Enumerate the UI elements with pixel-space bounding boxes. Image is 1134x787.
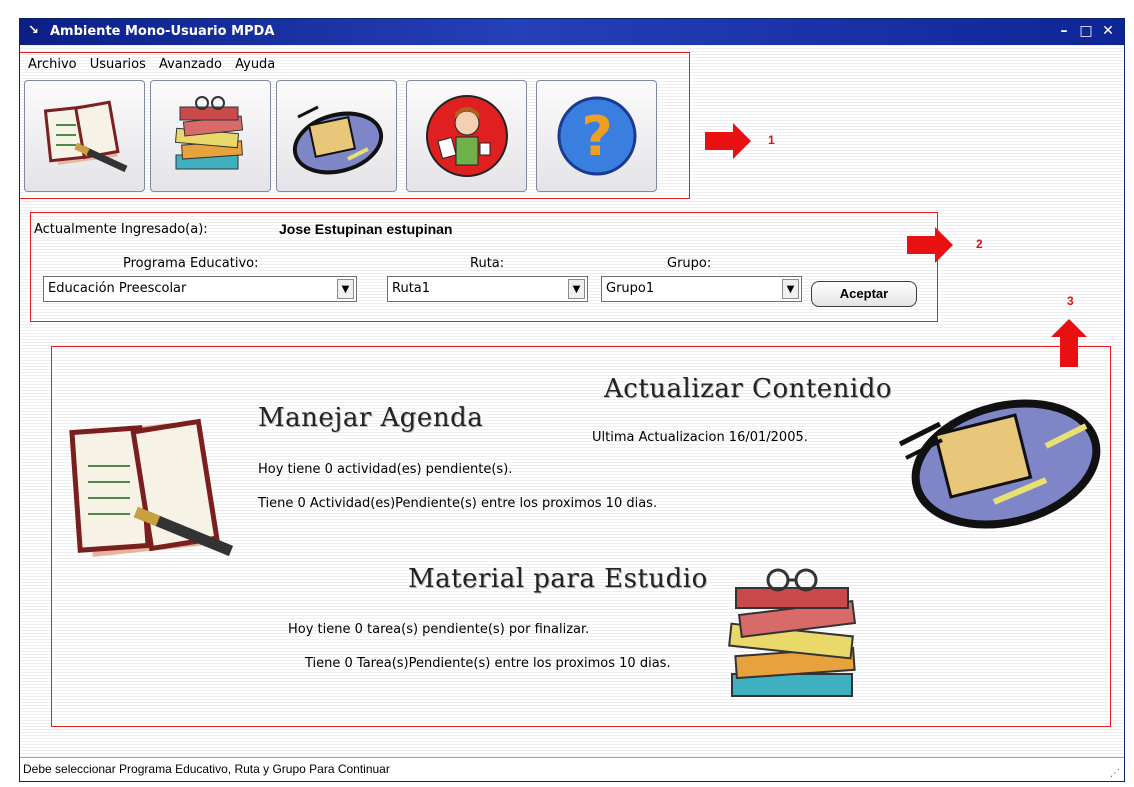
- status-bar: Debe seleccionar Programa Educativo, Rut…: [20, 757, 1124, 781]
- resize-grip-icon[interactable]: ⋰: [1110, 768, 1120, 779]
- agenda-next-days-text: Tiene 0 Actividad(es)Pendiente(s) entre …: [258, 496, 658, 511]
- ruta-label: Ruta:: [470, 256, 505, 271]
- books-illustration[interactable]: [710, 562, 880, 710]
- app-icon: ↘: [28, 23, 39, 38]
- chevron-down-icon[interactable]: ▼: [337, 279, 354, 299]
- accept-button[interactable]: Aceptar: [811, 281, 917, 307]
- annotation-label-2: 2: [976, 237, 983, 251]
- ruta-select[interactable]: Ruta1 ▼: [387, 276, 588, 302]
- logged-in-user: Jose Estupinan estupinan: [279, 221, 453, 237]
- agenda-today-text: Hoy tiene 0 actividad(es) pendiente(s).: [258, 462, 513, 477]
- status-message: Debe seleccionar Programa Educativo, Rut…: [23, 762, 390, 776]
- material-today-text: Hoy tiene 0 tarea(s) pendiente(s) por fi…: [288, 622, 590, 637]
- annotation-label-3: 3: [1067, 294, 1074, 308]
- programa-select[interactable]: Educación Preescolar ▼: [43, 276, 357, 302]
- annotation-label-1: 1: [768, 133, 775, 147]
- last-update-text: Ultima Actualizacion 16/01/2005.: [592, 430, 808, 445]
- main-window: ↘ Ambiente Mono-Usuario MPDA – □ ✕ Archi…: [19, 18, 1125, 782]
- annotation-arrow-2: [907, 227, 953, 263]
- grupo-value: Grupo1: [606, 281, 655, 296]
- annotation-arrow-3: [1051, 319, 1087, 367]
- programa-value: Educación Preescolar: [48, 281, 187, 296]
- agenda-illustration[interactable]: [66, 416, 236, 564]
- material-next-days-text: Tiene 0 Tarea(s)Pendiente(s) entre los p…: [305, 656, 671, 671]
- close-button[interactable]: ✕: [1098, 22, 1118, 40]
- grupo-select[interactable]: Grupo1 ▼: [601, 276, 802, 302]
- minimize-button[interactable]: –: [1054, 22, 1074, 40]
- grupo-label: Grupo:: [667, 256, 712, 271]
- agenda-title[interactable]: Manejar Agenda: [258, 403, 483, 433]
- window-title: Ambiente Mono-Usuario MPDA: [50, 24, 275, 39]
- chevron-down-icon[interactable]: ▼: [568, 279, 585, 299]
- programa-label: Programa Educativo:: [123, 256, 259, 271]
- chevron-down-icon[interactable]: ▼: [782, 279, 799, 299]
- title-bar[interactable]: ↘ Ambiente Mono-Usuario MPDA – □ ✕: [20, 19, 1124, 45]
- ruta-value: Ruta1: [392, 281, 431, 296]
- logged-in-label: Actualmente Ingresado(a):: [34, 222, 208, 237]
- update-content-illustration[interactable]: [896, 384, 1104, 530]
- maximize-button[interactable]: □: [1076, 22, 1096, 40]
- update-content-title[interactable]: Actualizar Contenido: [604, 374, 892, 404]
- annotation-box-1: [20, 52, 690, 199]
- study-material-title[interactable]: Material para Estudio: [408, 564, 708, 594]
- annotation-arrow-1: [705, 123, 751, 159]
